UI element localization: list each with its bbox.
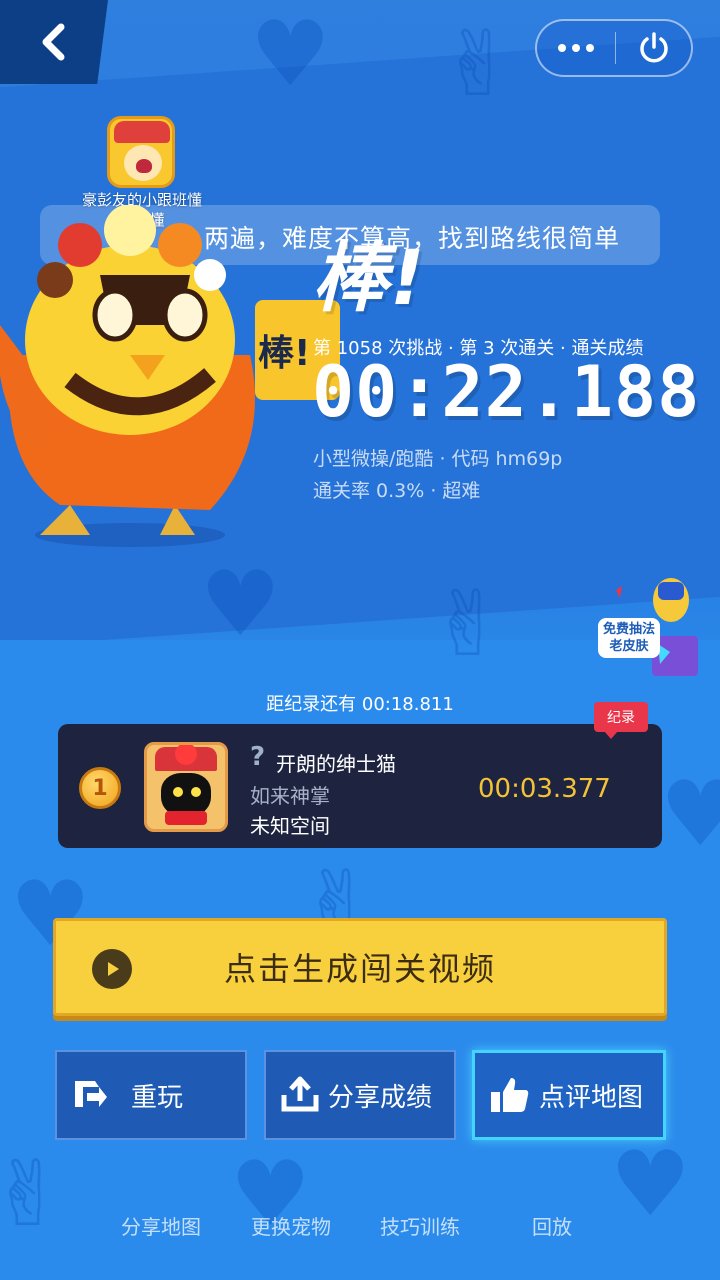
change-pet-link[interactable]: 更换宠物: [251, 1211, 331, 1240]
skill-training-link[interactable]: 技巧训练: [380, 1211, 460, 1240]
rank-medal-icon: 1: [79, 767, 121, 809]
generate-video-button[interactable]: 点击生成闯关视频: [53, 918, 667, 1016]
playback-link[interactable]: 回放: [532, 1211, 572, 1240]
close-button[interactable]: [616, 30, 691, 66]
generate-video-label: 点击生成闯关视频: [223, 950, 496, 988]
record-holder-title: 如来神掌: [250, 784, 330, 808]
mini-program-capsule: [535, 19, 693, 77]
heart-deco-icon: ♥: [610, 1132, 691, 1237]
replay-label: 重玩: [131, 1082, 184, 1113]
heart-deco-icon: ♥: [660, 762, 720, 867]
record-holder-location: 未知空间: [250, 814, 330, 838]
share-score-label: 分享成绩: [328, 1082, 433, 1113]
share-score-button[interactable]: 分享成绩: [264, 1050, 456, 1140]
record-time: 00:03.377: [478, 774, 611, 804]
heart-deco-icon: ♥: [250, 2, 331, 107]
clear-time: 00:22.188: [312, 351, 701, 433]
hand-deco-icon: ✌: [0, 1142, 66, 1247]
hand-deco-icon: ✌: [440, 12, 516, 117]
share-map-link[interactable]: 分享地图: [121, 1211, 201, 1240]
record-holder-avatar[interactable]: [144, 742, 228, 832]
rate-map-label: 点评地图: [539, 1082, 644, 1113]
clear-rate-info: 通关率 0.3% · 超难: [313, 480, 481, 502]
more-button[interactable]: [537, 21, 615, 75]
replay-icon: [75, 1081, 107, 1107]
mascot-sign-text: 棒!: [258, 333, 310, 374]
commenter-avatar[interactable]: [107, 116, 175, 188]
question-mark-icon: ?: [250, 742, 266, 772]
chevron-left-icon: [42, 23, 65, 61]
mascot-chick-image: 棒!: [0, 205, 340, 547]
back-button[interactable]: [0, 0, 108, 84]
promo-label[interactable]: 免费抽法老皮肤: [598, 618, 660, 658]
more-dots-icon: [558, 44, 594, 52]
power-icon: [639, 32, 668, 63]
result-headline: 棒!: [312, 233, 427, 322]
record-holder-name: 开朗的绅士猫: [276, 752, 396, 776]
replay-button[interactable]: 重玩: [55, 1050, 247, 1140]
heart-deco-icon: ♥: [200, 552, 281, 657]
hand-deco-icon: ✌: [430, 572, 506, 677]
rate-map-button[interactable]: 点评地图: [472, 1050, 666, 1140]
thumbs-up-icon: [491, 1078, 529, 1112]
share-upload-icon: [281, 1076, 319, 1112]
record-tag: 纪录: [594, 702, 648, 739]
map-info: 小型微操/跑酷 · 代码 hm69p: [313, 448, 563, 470]
